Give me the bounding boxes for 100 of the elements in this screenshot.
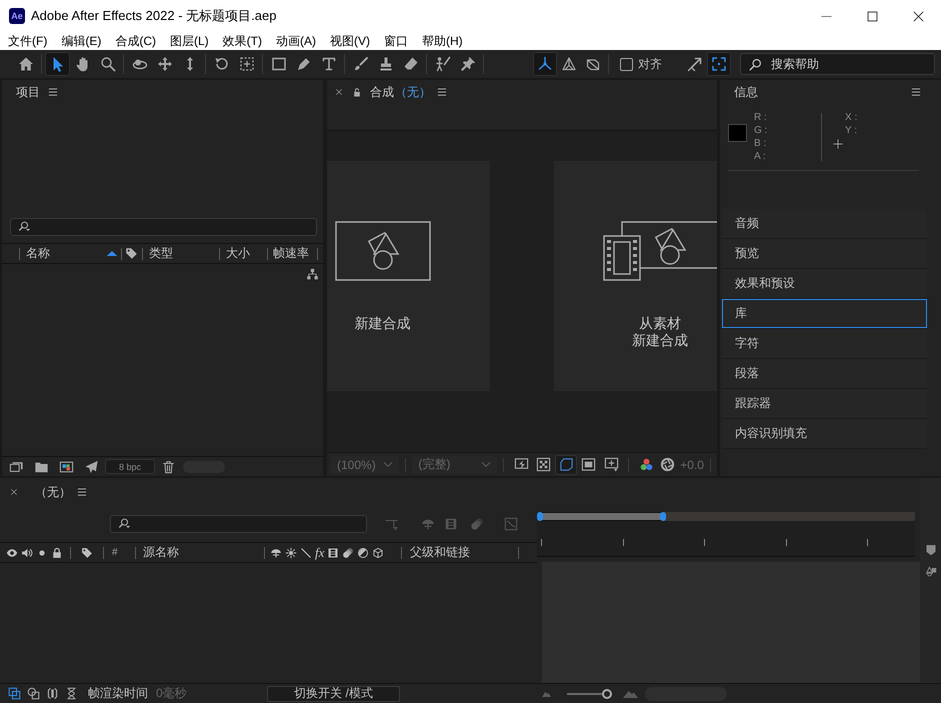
cube-icon [372,546,384,558]
crosshair-icon [833,139,843,149]
toggle-switches-button[interactable]: 切换开关 /模式 [267,686,400,702]
paper-plane-icon[interactable] [84,460,99,474]
tag-icon [125,247,138,260]
search-field[interactable] [110,515,367,533]
type-tool-icon [320,56,336,72]
column-header[interactable]: 父级和链接 [402,544,518,561]
render-time-label: 帧渲染时间 [88,685,148,702]
diagonal-arrow-icon [687,56,703,72]
window-title: Adobe After Effects 2022 - 无标题项目.aep [31,7,276,25]
work-area-bar[interactable] [539,512,915,521]
menu-icon[interactable] [911,87,921,97]
work-area-range[interactable] [539,512,664,521]
circle-square-icon[interactable] [27,687,40,700]
magnifier-icon [100,56,116,72]
chevron-down-icon [383,462,394,467]
polygon-outline-icon [558,457,574,472]
card-label: 新建合成 [354,315,410,332]
column-header[interactable]: 名称 [20,244,121,263]
search-icon [17,221,32,233]
focus-frame-icon [711,56,727,72]
slider-thumb[interactable] [602,688,612,698]
render-time-value: 0毫秒 [156,685,187,702]
lock-icon [51,546,63,558]
stamp-icon [378,56,394,72]
rgb-circles-icon[interactable] [639,457,654,472]
triangle-axes-icon [561,56,577,72]
menu-item[interactable]: 效果(T) [216,32,269,50]
layered-squares-icon[interactable] [8,687,21,700]
person-brush-icon [434,56,450,72]
aperture-icon[interactable] [660,457,676,472]
menu-item[interactable]: 帮助(H) [415,32,470,50]
close-icon[interactable] [10,488,18,496]
close-icon [912,10,924,22]
composition-name: （无） [395,84,431,100]
work-area-end-handle[interactable] [660,512,666,521]
channel-label: A : [754,150,767,163]
menu-item[interactable]: 图层(L) [163,32,216,50]
trash-icon[interactable] [161,460,176,474]
panel-title: 合成 [370,84,394,100]
panel-tab[interactable]: 库 [722,299,927,329]
padlock-icon[interactable] [352,86,362,98]
hourglass-icon[interactable] [65,687,78,700]
work-area-start-handle[interactable] [537,512,543,521]
sort-ascending-icon [106,251,118,256]
checkerboard-icon [536,457,552,472]
menu-item[interactable]: 窗口 [377,32,415,50]
search-field[interactable]: 搜索帮助 [740,53,935,75]
eraser-icon [402,56,418,72]
checkbox-label: 对齐 [638,56,662,72]
viewport-icon [604,457,619,472]
pen-icon [296,56,312,72]
new-composition-card[interactable]: 新建合成 [327,161,490,391]
card-label: 新建合成 [632,332,688,349]
channel-label: B : [754,137,768,150]
half-circle-icon [357,546,370,558]
column-header[interactable]: 源名称 [136,544,264,561]
rectangle-icon [270,56,286,72]
menu-item[interactable]: 编辑(E) [54,32,108,50]
menu-icon[interactable] [77,487,87,497]
column-header[interactable]: # [104,547,135,558]
menu-item[interactable]: 文件(F) [1,32,54,50]
close-icon[interactable] [335,88,343,96]
coordinate-label: Y : [844,124,858,137]
marker-icon[interactable] [924,544,936,556]
eye-icon [6,546,18,558]
menu-icon[interactable] [48,87,58,97]
checkbox[interactable] [620,58,633,70]
card-label: 从素材 [639,315,681,332]
bit-depth-button[interactable]: 8 bpc [105,459,155,474]
axis-mode-button[interactable] [533,52,557,76]
menu-item[interactable]: 合成(C) [108,32,163,50]
channel-label: G : [754,124,768,137]
folder-icon[interactable] [34,460,49,474]
maximize-icon [866,10,878,22]
tool-button[interactable] [707,52,731,76]
menu-item[interactable]: 视图(V) [323,32,377,50]
search-field[interactable] [10,218,317,236]
lightning-screen-icon [514,457,529,472]
framed-rectangle-icon [581,457,596,472]
flowchart-icon[interactable] [306,268,319,281]
composition-icon[interactable] [59,460,74,474]
menu-item[interactable]: 动画(A) [269,32,323,50]
menu-icon[interactable] [437,87,447,97]
column-header[interactable]: 类型 [143,244,219,263]
shapes-icon[interactable] [924,565,936,577]
panel-title: 项目 [16,84,40,100]
new-from-footage-card[interactable]: 从素材 新建合成 [554,161,717,391]
tool-button[interactable] [45,52,70,76]
sun-icon [285,546,297,558]
overlapping-circles-icon [342,546,354,558]
app-logo: Ae [9,8,25,24]
column-header[interactable]: 帧速率 [268,244,317,263]
timeline-title: （无） [35,484,71,500]
column-header[interactable]: 大小 [220,244,267,263]
coordinate-label: X : [844,111,858,124]
stacked-frames-icon[interactable] [9,460,24,474]
brackets-icon[interactable] [46,687,59,700]
speaker-icon [21,546,33,558]
